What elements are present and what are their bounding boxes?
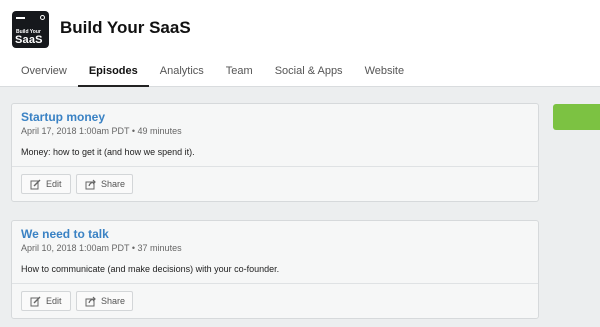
episode-title[interactable]: We need to talk xyxy=(21,227,109,241)
tab-episodes[interactable]: Episodes xyxy=(77,60,149,87)
edit-button[interactable]: Edit xyxy=(21,291,71,311)
podcast-logo[interactable]: Build Your SaaS xyxy=(12,11,49,48)
tab-website[interactable]: Website xyxy=(354,60,416,87)
edit-label: Edit xyxy=(46,179,62,189)
tab-team[interactable]: Team xyxy=(215,60,264,87)
edit-label: Edit xyxy=(46,296,62,306)
share-button[interactable]: Share xyxy=(76,174,133,194)
card-divider xyxy=(12,283,538,284)
share-icon xyxy=(85,296,96,307)
menu-bar-icon xyxy=(16,17,25,19)
episode-description: Money: how to get it (and how we spend i… xyxy=(21,147,195,157)
share-label: Share xyxy=(101,296,126,306)
logo-line-2: SaaS xyxy=(15,34,43,46)
share-button[interactable]: Share xyxy=(76,291,133,311)
tab-analytics[interactable]: Analytics xyxy=(149,60,215,87)
edit-icon xyxy=(30,296,41,307)
page-title: Build Your SaaS xyxy=(60,18,191,37)
card-divider xyxy=(12,166,538,167)
share-icon xyxy=(85,179,96,190)
tab-overview[interactable]: Overview xyxy=(10,60,78,87)
edit-icon xyxy=(30,179,41,190)
episode-description: How to communicate (and make decisions) … xyxy=(21,264,280,274)
episode-title[interactable]: Startup money xyxy=(21,110,105,124)
app-header: Build Your SaaS Build Your SaaS Overview… xyxy=(0,0,600,87)
edit-button[interactable]: Edit xyxy=(21,174,71,194)
episode-meta: April 10, 2018 1:00am PDT • 37 minutes xyxy=(21,243,182,253)
tab-bar: Overview Episodes Analytics Team Social … xyxy=(10,60,415,87)
share-label: Share xyxy=(101,179,126,189)
circle-icon xyxy=(40,15,45,20)
new-episode-button[interactable] xyxy=(553,104,600,130)
episode-meta: April 17, 2018 1:00am PDT • 49 minutes xyxy=(21,126,182,136)
tab-social-apps[interactable]: Social & Apps xyxy=(264,60,354,87)
episode-card: Startup money April 17, 2018 1:00am PDT … xyxy=(11,103,539,202)
episode-card: We need to talk April 10, 2018 1:00am PD… xyxy=(11,220,539,319)
